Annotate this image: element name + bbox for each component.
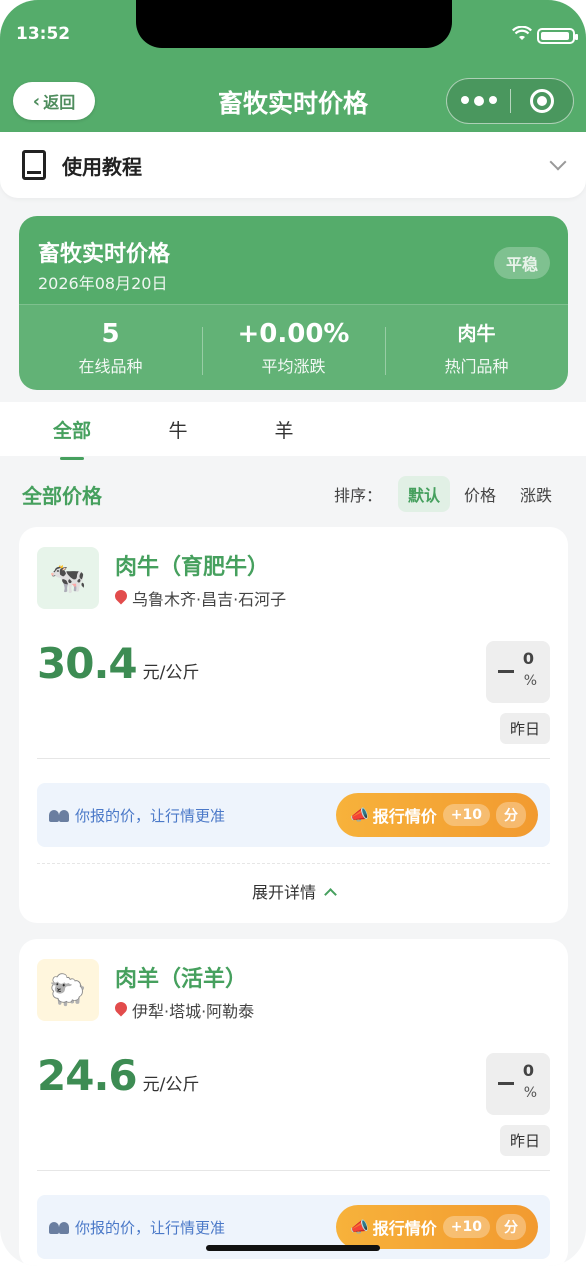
price-card-sheep[interactable]: 🐑 肉羊（活羊） 伊犁·塔城·阿勒泰 24.6 元/公斤 0 % 昨日 你报的价…	[19, 939, 568, 1266]
stat-label: 热门品种	[444, 356, 509, 376]
phone-screen: 13:52 ‹ 返回 畜牧实时价格 使用教程 畜牧实时价格 2026年08月20…	[0, 0, 586, 1266]
change-value: 0	[522, 1061, 534, 1080]
card-location: 乌鲁木齐·昌吉·石河子	[112, 586, 287, 610]
price-unit: 元/公斤	[142, 1075, 200, 1095]
report-text: 你报的价，让行情更准	[75, 1218, 226, 1237]
tab-sheep[interactable]: 羊	[231, 416, 337, 443]
stat-label: 平均涨跌	[261, 356, 326, 376]
card-location: 伊犁·塔城·阿勒泰	[112, 998, 255, 1022]
report-button-label: 报行情价	[372, 1219, 437, 1238]
status-time: 13:52	[16, 24, 71, 44]
divider	[37, 1170, 550, 1171]
points-unit-badge: 分	[496, 802, 526, 828]
report-text: 你报的价，让行情更准	[75, 806, 226, 825]
stat-value: 肉牛	[457, 322, 496, 345]
list-header: 全部价格 排序： 默认 价格 涨跌	[22, 474, 562, 514]
category-tabs: 全部 牛 羊	[0, 402, 586, 460]
stat-value: +0.00%	[237, 318, 350, 349]
chevron-up-icon	[324, 888, 337, 901]
megaphone-icon: 📣	[350, 1218, 369, 1236]
flat-dash-icon	[498, 670, 514, 673]
card-price: 24.6 元/公斤	[37, 1051, 199, 1100]
report-button-label: 报行情价	[372, 807, 437, 826]
location-text: 乌鲁木齐·昌吉·石河子	[132, 590, 287, 609]
stat-online-varieties: 5 在线品种	[19, 319, 202, 377]
stat-label: 在线品种	[78, 356, 143, 376]
status-badge: 平稳	[493, 247, 550, 279]
card-name: 肉羊（活羊）	[115, 967, 248, 992]
people-icon	[49, 808, 71, 822]
price-value: 24.6	[37, 1051, 138, 1100]
price-card-beef-cattle[interactable]: 🐄 肉牛（育肥牛） 乌鲁木齐·昌吉·石河子 30.4 元/公斤 0 % 昨日 你…	[19, 527, 568, 923]
wifi-icon	[512, 26, 532, 40]
tutorial-bar[interactable]: 使用教程	[0, 132, 586, 198]
more-icon[interactable]	[447, 96, 510, 106]
tutorial-label: 使用教程	[62, 154, 142, 179]
change-unit: %	[523, 673, 537, 689]
sheep-icon: 🐑	[37, 959, 99, 1021]
tab-all[interactable]: 全部	[19, 416, 125, 460]
sort-label: 排序：	[333, 486, 382, 505]
compare-badge: 昨日	[499, 713, 550, 744]
summary-stats: 5 在线品种 +0.00% 平均涨跌 肉牛 热门品种	[19, 304, 568, 390]
summary-title: 畜牧实时价格	[38, 242, 171, 267]
battery-icon	[537, 28, 578, 44]
stat-hot-variety: 肉牛 热门品种	[385, 319, 568, 377]
mini-program-capsule	[446, 78, 574, 124]
report-price-button[interactable]: 📣 报行情价 +10 分	[336, 793, 538, 837]
points-badge: +10	[442, 1216, 490, 1238]
location-pin-icon	[112, 587, 130, 605]
change-box: 0 %	[486, 641, 550, 703]
report-banner: 你报的价，让行情更准 📣 报行情价 +10 分	[37, 783, 550, 847]
price-unit: 元/公斤	[142, 663, 200, 683]
location-pin-icon	[112, 999, 130, 1017]
chevron-down-icon	[549, 153, 567, 171]
list-title: 全部价格	[22, 483, 102, 508]
card-price: 30.4 元/公斤	[37, 639, 199, 688]
expand-details-button[interactable]: 展开详情	[19, 879, 568, 903]
report-price-button[interactable]: 📣 报行情价 +10 分	[336, 1205, 538, 1249]
home-indicator[interactable]	[206, 1245, 380, 1251]
price-value: 30.4	[37, 639, 138, 688]
points-badge: +10	[442, 804, 490, 826]
change-value: 0	[522, 649, 534, 668]
sort-price[interactable]: 价格	[454, 476, 506, 512]
summary-card: 畜牧实时价格 2026年08月20日 平稳 5 在线品种 +0.00% 平均涨跌…	[19, 216, 568, 390]
stat-average-change: +0.00% 平均涨跌	[202, 319, 385, 377]
book-icon	[22, 150, 46, 180]
summary-date: 2026年08月20日	[38, 274, 168, 293]
expand-label: 展开详情	[251, 883, 316, 902]
sort-default[interactable]: 默认	[397, 476, 450, 512]
divider	[37, 758, 550, 759]
change-unit: %	[523, 1085, 537, 1101]
compare-badge: 昨日	[499, 1125, 550, 1156]
close-target-icon[interactable]	[511, 89, 573, 113]
change-box: 0 %	[486, 1053, 550, 1115]
dashed-divider	[37, 863, 550, 864]
points-unit-badge: 分	[496, 1214, 526, 1240]
device-notch	[136, 0, 452, 48]
cow-icon: 🐄	[37, 547, 99, 609]
stat-value: 5	[101, 318, 120, 349]
tab-cattle[interactable]: 牛	[125, 416, 231, 443]
card-name: 肉牛（育肥牛）	[115, 555, 270, 580]
flat-dash-icon	[498, 1082, 514, 1085]
megaphone-icon: 📣	[350, 806, 369, 824]
location-text: 伊犁·塔城·阿勒泰	[132, 1002, 255, 1021]
people-icon	[49, 1220, 71, 1234]
sort-change[interactable]: 涨跌	[510, 476, 562, 512]
